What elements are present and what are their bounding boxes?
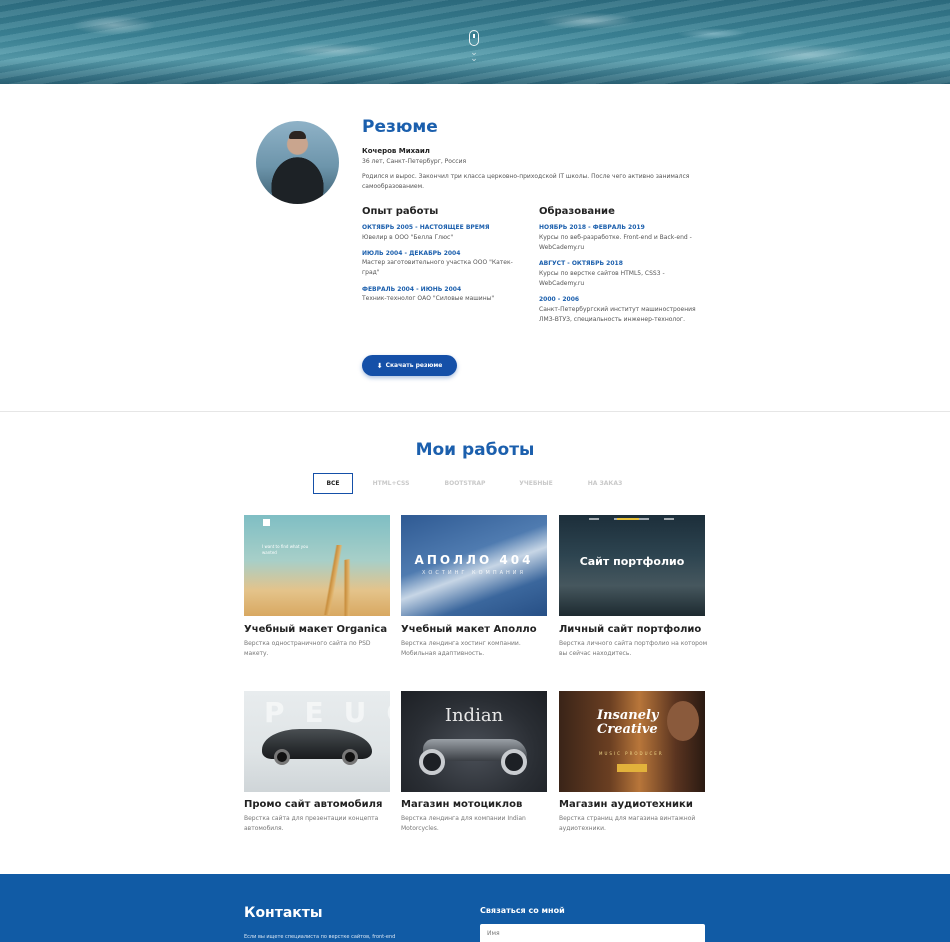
card-thumbnail-audio[interactable]: Insanely Creative MUSIC PRODUCER bbox=[559, 691, 705, 792]
thumb-heading: АПОЛЛО 404 bbox=[414, 553, 534, 567]
thumb-tagline: I want to find what you wanted bbox=[262, 544, 309, 555]
experience-text: Мастер заготовительного участка ООО "Кат… bbox=[362, 259, 513, 276]
person-info: 36 лет, Санкт-Петербург, Россия bbox=[362, 158, 467, 165]
contact-form-title: Связаться со мной bbox=[480, 906, 565, 915]
card-thumbnail-organica[interactable]: I want to find what you wanted bbox=[244, 515, 390, 616]
thumb-background-text: PEUGEOT bbox=[264, 696, 390, 729]
card-description: Верстка одностраничного сайта по PSD мак… bbox=[244, 640, 371, 657]
works-title: Мои работы bbox=[415, 440, 535, 460]
download-resume-button[interactable]: ⬇ Скачать резюме bbox=[362, 355, 457, 376]
card-thumbnail-indian[interactable]: Indian bbox=[401, 691, 547, 792]
card-description: Верстка лендинга хостинг компании. Мобил… bbox=[401, 640, 521, 657]
card-title[interactable]: Магазин мотоциклов bbox=[401, 799, 522, 810]
experience-title: Опыт работы bbox=[362, 206, 439, 217]
card-title[interactable]: Магазин аудиотехники bbox=[559, 799, 693, 810]
footer bbox=[0, 874, 950, 942]
filter-custom[interactable]: на заказ bbox=[578, 473, 632, 494]
thumb-button bbox=[617, 764, 647, 772]
thumb-logo: Indian bbox=[444, 705, 504, 726]
hero-banner: ⌄ ⌄ bbox=[0, 0, 950, 84]
mouse-scroll-icon[interactable] bbox=[469, 30, 479, 46]
card-title[interactable]: Промо сайт автомобиля bbox=[244, 799, 382, 810]
wheel bbox=[501, 749, 527, 775]
education-date: 2000 - 2006 bbox=[539, 296, 580, 303]
card-description: Верстка личного сайта портфолио на котор… bbox=[559, 640, 708, 657]
section-divider bbox=[0, 411, 950, 412]
card-title[interactable]: Личный сайт портфолио bbox=[559, 624, 701, 635]
contacts-text: Если вы ищете специалиста по верстке сай… bbox=[244, 934, 396, 940]
card-title[interactable]: Учебный макет Organica bbox=[244, 624, 387, 635]
thumb-subheading: ХОСТИНГ КОМПАНИЯ bbox=[422, 570, 526, 576]
person-bio: Родился и вырос. Закончил три класса цер… bbox=[362, 173, 690, 190]
logo bbox=[263, 519, 270, 526]
experience-text: Техник-технолог ОАО "Силовые машины" bbox=[362, 295, 495, 302]
name-field[interactable] bbox=[480, 924, 705, 942]
contacts-title: Контакты bbox=[244, 905, 323, 921]
thumb-heading: Сайт портфолио bbox=[579, 555, 685, 568]
thumb-subheading: MUSIC PRODUCER bbox=[599, 751, 664, 756]
card-thumbnail-car[interactable]: PEUGEOT bbox=[244, 691, 390, 792]
page-title: Резюме bbox=[362, 117, 438, 137]
filter-html-css[interactable]: html+css bbox=[365, 473, 417, 494]
education-text: Курсы по верстке сайтов HTML5, CSS3 - We… bbox=[539, 270, 665, 287]
avatar bbox=[256, 121, 339, 204]
person-name: Кочеров Михаил bbox=[362, 147, 430, 155]
filter-study[interactable]: учебные bbox=[510, 473, 562, 494]
education-date: Ноябрь 2018 - Февраль 2019 bbox=[539, 224, 645, 231]
download-resume-label: Скачать резюме bbox=[385, 362, 443, 369]
experience-text: Ювелир в ООО "Белла Глюс" bbox=[362, 234, 454, 241]
wheel bbox=[419, 749, 445, 775]
card-description: Верстка сайта для презентации концепта а… bbox=[244, 815, 379, 832]
education-date: Август - Октябрь 2018 bbox=[539, 260, 623, 267]
card-title[interactable]: Учебный макет Аполло bbox=[401, 624, 537, 635]
filter-all[interactable]: все bbox=[313, 473, 353, 494]
card-thumbnail-portfolio[interactable]: Сайт портфолио bbox=[559, 515, 705, 616]
card-description: Верстка лендинга для компании Indian Mot… bbox=[401, 815, 526, 832]
thumb-logo: Insanely Creative bbox=[597, 708, 659, 737]
wheel bbox=[274, 749, 290, 765]
experience-date: Февраль 2004 - Июнь 2004 bbox=[362, 286, 462, 293]
education-text: Курсы по веб-разработке. Front-end и Bac… bbox=[539, 234, 692, 251]
filter-bootstrap[interactable]: bootstrap bbox=[435, 473, 495, 494]
wheel bbox=[342, 749, 358, 765]
chevron-down-icon[interactable]: ⌄ ⌄ bbox=[469, 49, 479, 64]
experience-date: Июль 2004 - Декабрь 2004 bbox=[362, 250, 461, 257]
card-thumbnail-apollo[interactable]: АПОЛЛО 404 ХОСТИНГ КОМПАНИЯ bbox=[401, 515, 547, 616]
download-icon: ⬇ bbox=[376, 361, 383, 370]
card-description: Верстка страниц для магазина винтажной а… bbox=[559, 815, 696, 832]
education-title: Образование bbox=[539, 206, 615, 217]
education-text: Санкт-Петербургский институт машинострое… bbox=[539, 306, 696, 323]
thumb-nav bbox=[589, 518, 689, 520]
experience-date: Октябрь 2005 - настоящее время bbox=[362, 224, 490, 231]
